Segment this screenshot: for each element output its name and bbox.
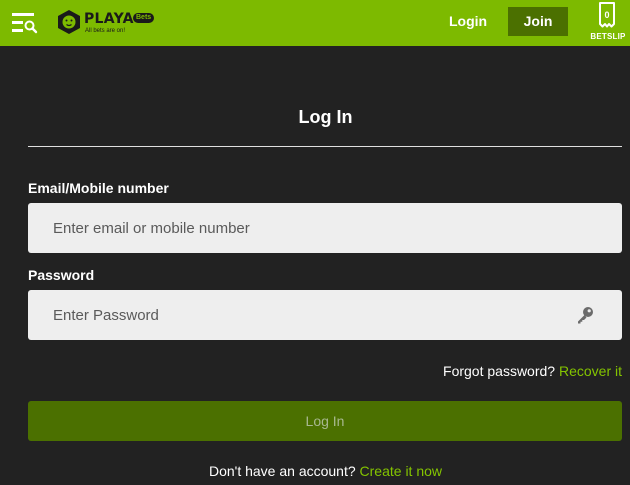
logo-bets-pill: Bets xyxy=(133,13,155,23)
password-label: Password xyxy=(28,267,95,283)
logo-tagline: All bets are on! xyxy=(85,28,126,34)
lion-logo-icon xyxy=(58,10,80,34)
join-button[interactable]: Join xyxy=(508,7,568,36)
brand-logo[interactable]: PLAYA Bets All bets are on! xyxy=(56,9,156,37)
login-submit-button[interactable]: Log In xyxy=(28,401,622,441)
title-divider xyxy=(28,146,622,147)
email-field[interactable] xyxy=(28,203,622,253)
betslip-label: BETSLIP xyxy=(590,32,626,41)
forgot-password-text: Forgot password? xyxy=(443,363,556,379)
email-field-box xyxy=(28,203,622,253)
password-field-box xyxy=(28,290,622,340)
no-account-text: Don't have an account? xyxy=(208,463,356,479)
betslip-button[interactable]: 0 BETSLIP xyxy=(588,2,628,44)
top-header: PLAYA Bets All bets are on! Login Join 0… xyxy=(0,0,630,46)
signup-row: Don't have an account? Create it now xyxy=(0,463,630,479)
menu-search-icon[interactable] xyxy=(11,11,39,35)
email-label: Email/Mobile number xyxy=(28,180,169,196)
betslip-count: 0 xyxy=(604,10,610,20)
header-login-link[interactable]: Login xyxy=(449,13,487,29)
password-field[interactable] xyxy=(28,290,622,340)
recover-password-link[interactable]: Recover it xyxy=(559,363,622,379)
logo-wordmark: PLAYA xyxy=(84,11,134,27)
page-title: Log In xyxy=(298,107,353,127)
key-icon[interactable] xyxy=(575,305,595,325)
forgot-password-row: Forgot password? Recover it xyxy=(443,363,622,379)
create-account-link[interactable]: Create it now xyxy=(360,463,442,479)
